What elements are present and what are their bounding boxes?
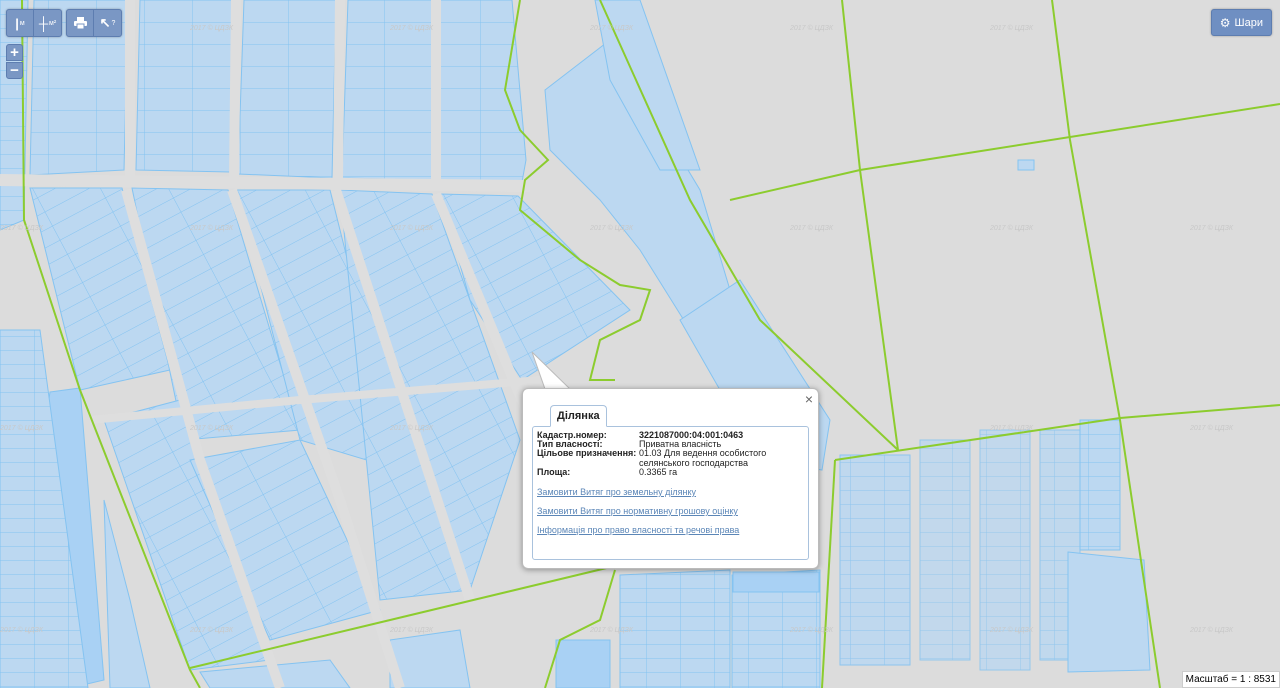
watermark-text: 2017 © ЦДЗК [0, 224, 44, 232]
zoom-in-button[interactable]: + [6, 44, 23, 61]
measure-area-label: м² [49, 19, 57, 27]
watermark-text: 2017 © ЦДЗК [0, 424, 44, 432]
field-value: 01.03 Для ведення особистого селянського… [639, 448, 767, 468]
parcel-popup: × Ділянка Кадастр.номер: 3221087000:04:0… [522, 388, 819, 569]
watermark-text: 2017 © ЦДЗК [789, 224, 834, 232]
watermark-text: 2017 © ЦДЗК [589, 626, 634, 634]
watermark-text: 2017 © ЦДЗК [1189, 626, 1234, 634]
watermark-text: 2017 © ЦДЗК [189, 626, 234, 634]
watermark-text: 2017 © ЦДЗК [389, 424, 434, 432]
popup-content: Кадастр.номер: 3221087000:04:001:0463 Ти… [532, 426, 809, 560]
watermark-text: 2017 © ЦДЗК [389, 224, 434, 232]
measure-distance-button[interactable]: | м [7, 10, 34, 36]
measure-area-button[interactable]: ┼ м² [34, 10, 61, 36]
watermark-text: 2017 © ЦДЗК [989, 24, 1034, 32]
info-pointer-button[interactable]: ↖? [94, 10, 121, 36]
watermark-text: 2017 © ЦДЗК [789, 24, 834, 32]
watermark-text: 2017 © ЦДЗК [589, 224, 634, 232]
measure-distance-label: м [19, 19, 25, 27]
layers-label: Шари [1234, 16, 1263, 29]
zoom-out-button[interactable]: − [6, 62, 23, 79]
watermark-text: 2017 © ЦДЗК [389, 24, 434, 32]
layers-button[interactable]: ⚙ Шари [1210, 9, 1272, 36]
watermark-text: 2017 © ЦДЗК [1189, 424, 1234, 432]
cursor-icon: ↖ [99, 15, 111, 30]
printer-icon [73, 17, 87, 29]
measure-toolbar: | м ┼ м² [6, 9, 62, 37]
scale-indicator: Масштаб = 1 : 8531 [1181, 671, 1280, 688]
gear-icon: ⚙ [1219, 15, 1231, 30]
watermark-text: 2017 © ЦДЗК [389, 626, 434, 634]
watermark-text: 2017 © ЦДЗК [789, 626, 834, 634]
watermark-text: 2017 © ЦДЗК [989, 626, 1034, 634]
watermark-text: 2017 © ЦДЗК [0, 626, 44, 634]
field-label: Цільове призначення: [537, 448, 637, 458]
watermark-text: 2017 © ЦДЗК [989, 224, 1034, 232]
order-parcel-extract-link[interactable]: Замовити Витяг про земельну ділянку [537, 487, 696, 497]
area-ruler-icon: ┼ [38, 15, 49, 31]
popup-tab-parcel[interactable]: Ділянка [550, 405, 607, 427]
close-icon[interactable]: × [805, 391, 813, 407]
info-pointer-label: ? [111, 19, 116, 27]
field-value: 0.3365 га [639, 467, 678, 477]
watermark-text: 2017 © ЦДЗК [189, 224, 234, 232]
watermark-text: 2017 © ЦДЗК [1189, 224, 1234, 232]
ruler-icon: | [15, 15, 19, 31]
order-valuation-extract-link[interactable]: Замовити Витяг про нормативну грошову оц… [537, 506, 738, 516]
print-button[interactable] [67, 10, 94, 36]
watermark-text: 2017 © ЦДЗК [189, 424, 234, 432]
cadastral-map[interactable]: 2017 © ЦДЗК 2017 © ЦДЗК 2017 © ЦДЗК 2017… [0, 0, 1280, 688]
field-label: Площа: [537, 467, 571, 477]
tools-toolbar: ↖? [66, 9, 122, 37]
ownership-rights-link[interactable]: Інформація про право власності та речові… [537, 525, 739, 535]
watermark-text: 2017 © ЦДЗК [589, 24, 634, 32]
watermark-text: 2017 © ЦДЗК [989, 424, 1034, 432]
watermark-text: 2017 © ЦДЗК [189, 24, 234, 32]
